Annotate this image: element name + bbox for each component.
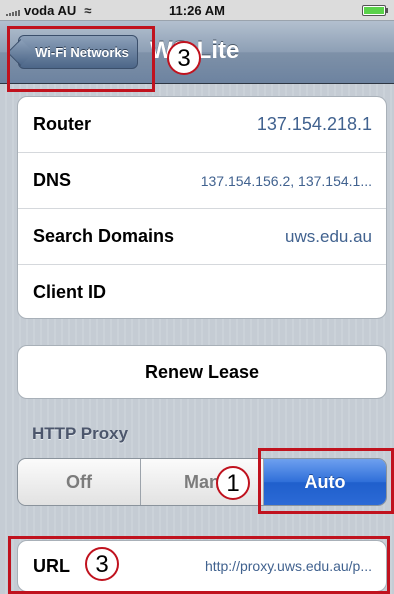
clock: 11:26 AM bbox=[169, 3, 225, 18]
search-domains-label: Search Domains bbox=[33, 226, 175, 246]
dns-row: DNS 137.154.156.2, 137.154.1... bbox=[18, 153, 386, 209]
callout-url: 3 bbox=[85, 547, 119, 581]
router-value: 137.154.218.1 bbox=[256, 114, 372, 134]
dns-label: DNS bbox=[33, 170, 72, 190]
highlight-auto-segment bbox=[258, 448, 394, 514]
router-label: Router bbox=[33, 114, 91, 134]
network-info-group: Router 137.154.218.1 DNS 137.154.156.2, … bbox=[17, 96, 387, 319]
http-proxy-header: HTTP Proxy bbox=[32, 424, 129, 443]
status-bar: voda AU ≈ 11:26 AM bbox=[0, 0, 394, 21]
highlight-back-button bbox=[7, 26, 155, 92]
callout-auto: 1 bbox=[216, 466, 250, 500]
router-row: Router 137.154.218.1 bbox=[18, 97, 386, 153]
search-domains-row: Search Domains uws.edu.au bbox=[18, 209, 386, 265]
callout-back: 3 bbox=[167, 41, 201, 75]
highlight-url-field bbox=[8, 536, 390, 594]
proxy-off-segment[interactable]: Off bbox=[18, 459, 141, 505]
client-id-row[interactable]: Client ID bbox=[18, 265, 386, 318]
dns-value: 137.154.156.2, 137.154.1... bbox=[200, 172, 372, 189]
client-id-label: Client ID bbox=[33, 282, 107, 302]
search-domains-value: uws.edu.au bbox=[285, 226, 372, 246]
battery-icon bbox=[362, 5, 388, 16]
renew-lease-button[interactable]: Renew Lease bbox=[17, 345, 387, 399]
